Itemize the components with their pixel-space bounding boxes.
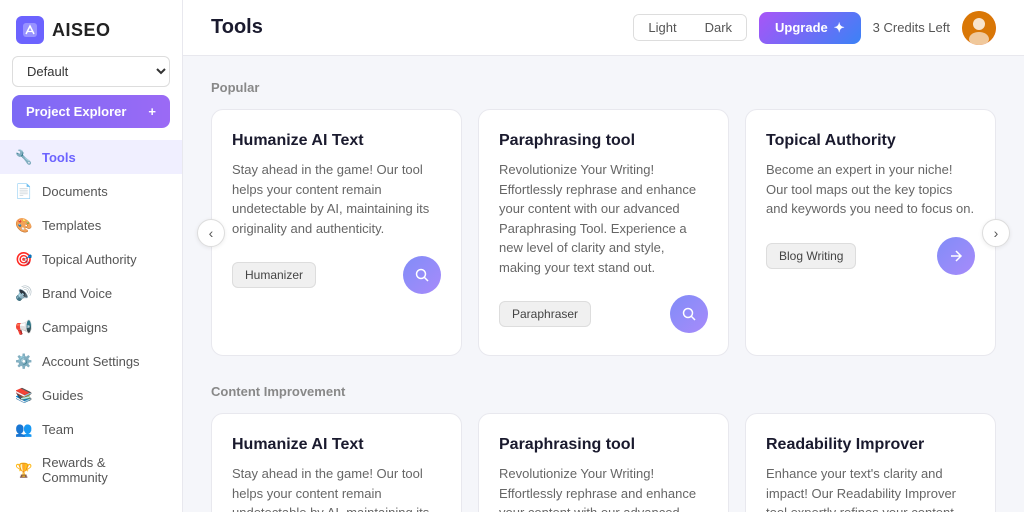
logo-icon — [16, 16, 44, 44]
header-right: Light Dark Upgrade ✦ 3 Credits Left — [633, 11, 996, 45]
theme-light-button[interactable]: Light — [634, 15, 690, 40]
popular-card-0-footer: Humanizer — [232, 256, 441, 294]
sidebar-item-tools-label: Tools — [42, 150, 76, 165]
credits-left: 3 Credits Left — [873, 20, 950, 35]
sidebar-item-templates-label: Templates — [42, 218, 101, 233]
sidebar-item-guides[interactable]: 📚 Guides — [0, 378, 182, 412]
content-area: Popular ‹ Humanize AI Text Stay ahead in… — [183, 56, 1024, 512]
popular-card-0-title: Humanize AI Text — [232, 132, 441, 150]
popular-card-1-badge[interactable]: Paraphraser — [499, 301, 591, 327]
team-icon: 👥 — [16, 421, 32, 437]
popular-card-1-action[interactable] — [670, 295, 708, 333]
popular-card-1-title: Paraphrasing tool — [499, 132, 708, 150]
sidebar-item-campaigns[interactable]: 📢 Campaigns — [0, 310, 182, 344]
sidebar-item-tools[interactable]: 🔧 Tools — [0, 140, 182, 174]
templates-icon: 🎨 — [16, 217, 32, 233]
sidebar-item-account-settings[interactable]: ⚙️ Account Settings — [0, 344, 182, 378]
popular-card-0-desc: Stay ahead in the game! Our tool helps y… — [232, 160, 441, 238]
documents-icon: 📄 — [16, 183, 32, 199]
sidebar-item-templates[interactable]: 🎨 Templates — [0, 208, 182, 242]
header: Tools Light Dark Upgrade ✦ 3 Credits Lef… — [183, 0, 1024, 56]
theme-dark-button[interactable]: Dark — [691, 15, 746, 40]
improvement-cards-row: Humanize AI Text Stay ahead in the game!… — [211, 413, 996, 512]
project-explorer-button[interactable]: Project Explorer + — [12, 95, 170, 128]
sidebar-item-brand-voice[interactable]: 🔊 Brand Voice — [0, 276, 182, 310]
account-settings-icon: ⚙️ — [16, 353, 32, 369]
sidebar-item-topical-authority-label: Topical Authority — [42, 252, 137, 267]
improvement-card-1-desc: Revolutionize Your Writing! Effortlessly… — [499, 464, 708, 512]
popular-card-2-badge[interactable]: Blog Writing — [766, 243, 856, 269]
logo-area: AISEO — [0, 12, 182, 56]
sidebar-item-team[interactable]: 👥 Team — [0, 412, 182, 446]
theme-toggle: Light Dark — [633, 14, 747, 41]
logo-text: AISEO — [52, 20, 111, 41]
popular-card-1-footer: Paraphraser — [499, 295, 708, 333]
sidebar-nav: 🔧 Tools 📄 Documents 🎨 Templates 🎯 Topica… — [0, 140, 182, 500]
avatar[interactable] — [962, 11, 996, 45]
popular-card-1-desc: Revolutionize Your Writing! Effortlessly… — [499, 160, 708, 277]
rewards-icon: 🏆 — [16, 462, 32, 478]
tools-icon: 🔧 — [16, 149, 32, 165]
sidebar-item-rewards-community-label: Rewards & Community — [42, 455, 166, 485]
improvement-card-0-title: Humanize AI Text — [232, 436, 441, 454]
sidebar-item-api[interactable]: 🔗 API — [0, 494, 182, 500]
main-content: Tools Light Dark Upgrade ✦ 3 Credits Lef… — [183, 0, 1024, 512]
sidebar-item-brand-voice-label: Brand Voice — [42, 286, 112, 301]
sidebar: AISEO Default Project Explorer + 🔧 Tools… — [0, 0, 183, 512]
project-select-wrapper[interactable]: Default — [12, 56, 170, 87]
upgrade-label: Upgrade — [775, 20, 828, 35]
guides-icon: 📚 — [16, 387, 32, 403]
improvement-section-label: Content Improvement — [211, 384, 996, 399]
topical-authority-icon: 🎯 — [16, 251, 32, 267]
sidebar-item-documents[interactable]: 📄 Documents — [0, 174, 182, 208]
campaigns-icon: 📢 — [16, 319, 32, 335]
improvement-card-1: Paraphrasing tool Revolutionize Your Wri… — [478, 413, 729, 512]
upgrade-button[interactable]: Upgrade ✦ — [759, 12, 861, 44]
popular-card-0-badge[interactable]: Humanizer — [232, 262, 316, 288]
popular-prev-arrow[interactable]: ‹ — [197, 219, 225, 247]
sidebar-item-rewards-community[interactable]: 🏆 Rewards & Community — [0, 446, 182, 494]
brand-voice-icon: 🔊 — [16, 285, 32, 301]
popular-card-2-action[interactable] — [937, 237, 975, 275]
sidebar-item-topical-authority[interactable]: 🎯 Topical Authority — [0, 242, 182, 276]
popular-card-2-footer: Blog Writing — [766, 237, 975, 275]
upgrade-star-icon: ✦ — [834, 20, 845, 36]
improvement-card-1-title: Paraphrasing tool — [499, 436, 708, 454]
popular-card-2-desc: Become an expert in your niche! Our tool… — [766, 160, 975, 219]
popular-card-1: Paraphrasing tool Revolutionize Your Wri… — [478, 109, 729, 356]
sidebar-item-documents-label: Documents — [42, 184, 108, 199]
sidebar-item-guides-label: Guides — [42, 388, 83, 403]
improvement-card-2: Readability Improver Enhance your text's… — [745, 413, 996, 512]
popular-card-0: Humanize AI Text Stay ahead in the game!… — [211, 109, 462, 356]
popular-card-2-title: Topical Authority — [766, 132, 975, 150]
page-title: Tools — [211, 16, 263, 39]
improvement-card-0-desc: Stay ahead in the game! Our tool helps y… — [232, 464, 441, 512]
popular-section-label: Popular — [211, 80, 996, 95]
popular-card-0-action[interactable] — [403, 256, 441, 294]
sidebar-item-account-settings-label: Account Settings — [42, 354, 140, 369]
project-dropdown[interactable]: Default — [12, 56, 170, 87]
sidebar-item-campaigns-label: Campaigns — [42, 320, 108, 335]
sidebar-item-team-label: Team — [42, 422, 74, 437]
improvement-card-0: Humanize AI Text Stay ahead in the game!… — [211, 413, 462, 512]
popular-card-2: Topical Authority Become an expert in yo… — [745, 109, 996, 356]
improvement-card-2-title: Readability Improver — [766, 436, 975, 454]
popular-next-arrow[interactable]: › — [982, 219, 1010, 247]
improvement-card-2-desc: Enhance your text's clarity and impact! … — [766, 464, 975, 512]
popular-cards-row: ‹ Humanize AI Text Stay ahead in the gam… — [211, 109, 996, 356]
